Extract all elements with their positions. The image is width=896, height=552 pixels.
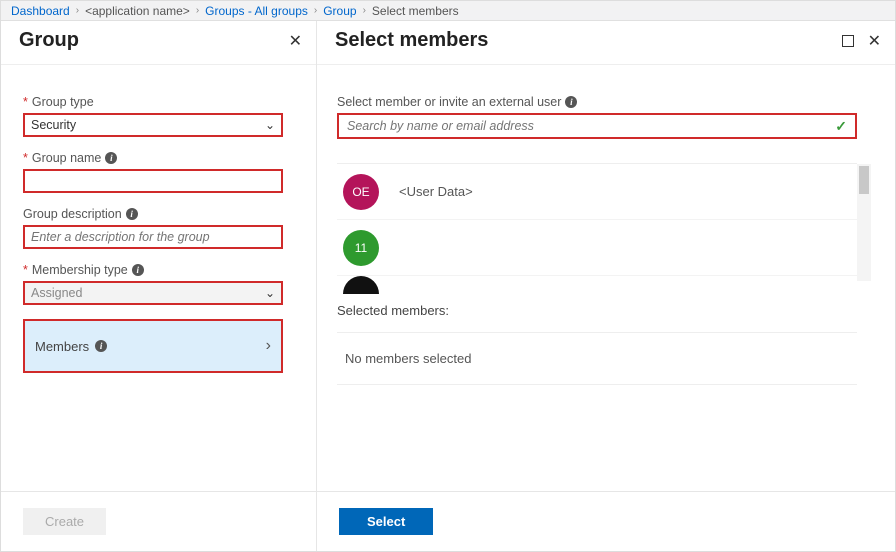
chevron-right-icon: › — [76, 5, 79, 16]
member-list: OE <User Data> 11 — [337, 163, 857, 281]
chevron-right-icon: › — [363, 5, 366, 16]
avatar — [343, 276, 379, 294]
scrollbar-thumb[interactable] — [859, 166, 869, 194]
group-description-input[interactable] — [23, 225, 283, 249]
select-button[interactable]: Select — [339, 508, 433, 535]
info-icon[interactable]: i — [126, 208, 138, 220]
info-icon: i — [95, 340, 107, 352]
group-name-input[interactable] — [23, 169, 283, 193]
check-icon: ✓ — [835, 118, 847, 135]
maximize-icon[interactable] — [842, 35, 854, 47]
chevron-right-icon: › — [314, 5, 317, 16]
info-icon[interactable]: i — [565, 96, 577, 108]
create-button[interactable]: Create — [23, 508, 106, 535]
chevron-right-icon: › — [266, 337, 271, 355]
selected-members-label: Selected members: — [337, 303, 857, 318]
group-description-label: Group description i — [23, 207, 296, 221]
group-panel-title: Group — [19, 29, 79, 52]
member-row[interactable] — [337, 276, 857, 294]
member-row[interactable]: OE <User Data> — [337, 164, 857, 220]
info-icon[interactable]: i — [132, 264, 144, 276]
breadcrumb-application[interactable]: <application name> — [85, 4, 190, 18]
membership-type-label: *Membership type i — [23, 263, 296, 277]
close-icon[interactable]: ✕ — [289, 31, 302, 51]
avatar: OE — [343, 174, 379, 210]
breadcrumb-dashboard[interactable]: Dashboard — [11, 4, 70, 18]
group-type-label: *Group type — [23, 95, 296, 109]
chevron-down-icon: ⌄ — [265, 118, 275, 132]
scrollbar[interactable] — [857, 164, 871, 281]
membership-type-select[interactable]: Assigned ⌄ — [23, 281, 283, 305]
search-label: Select member or invite an external user… — [337, 95, 877, 109]
breadcrumb-groups[interactable]: Groups - All groups — [205, 4, 308, 18]
member-name: <User Data> — [399, 184, 473, 199]
member-row[interactable]: 11 — [337, 220, 857, 276]
breadcrumb-current: Select members — [372, 4, 459, 18]
breadcrumb-group[interactable]: Group — [323, 4, 356, 18]
chevron-down-icon: ⌄ — [265, 286, 275, 300]
avatar: 11 — [343, 230, 379, 266]
members-tile[interactable]: Members i › — [23, 319, 283, 373]
group-name-label: *Group name i — [23, 151, 296, 165]
no-members-text: No members selected — [337, 332, 857, 385]
select-members-panel: Select members ✕ Select member or invite… — [317, 21, 895, 551]
close-icon[interactable]: ✕ — [868, 31, 881, 51]
breadcrumb: Dashboard › <application name> › Groups … — [1, 1, 895, 21]
chevron-right-icon: › — [196, 5, 199, 16]
info-icon[interactable]: i — [105, 152, 117, 164]
select-members-title: Select members — [335, 29, 488, 52]
group-panel: Group ✕ *Group type Security ⌄ *Group na… — [1, 21, 317, 551]
group-type-select[interactable]: Security ⌄ — [23, 113, 283, 137]
member-search-input[interactable]: ✓ — [337, 113, 857, 139]
